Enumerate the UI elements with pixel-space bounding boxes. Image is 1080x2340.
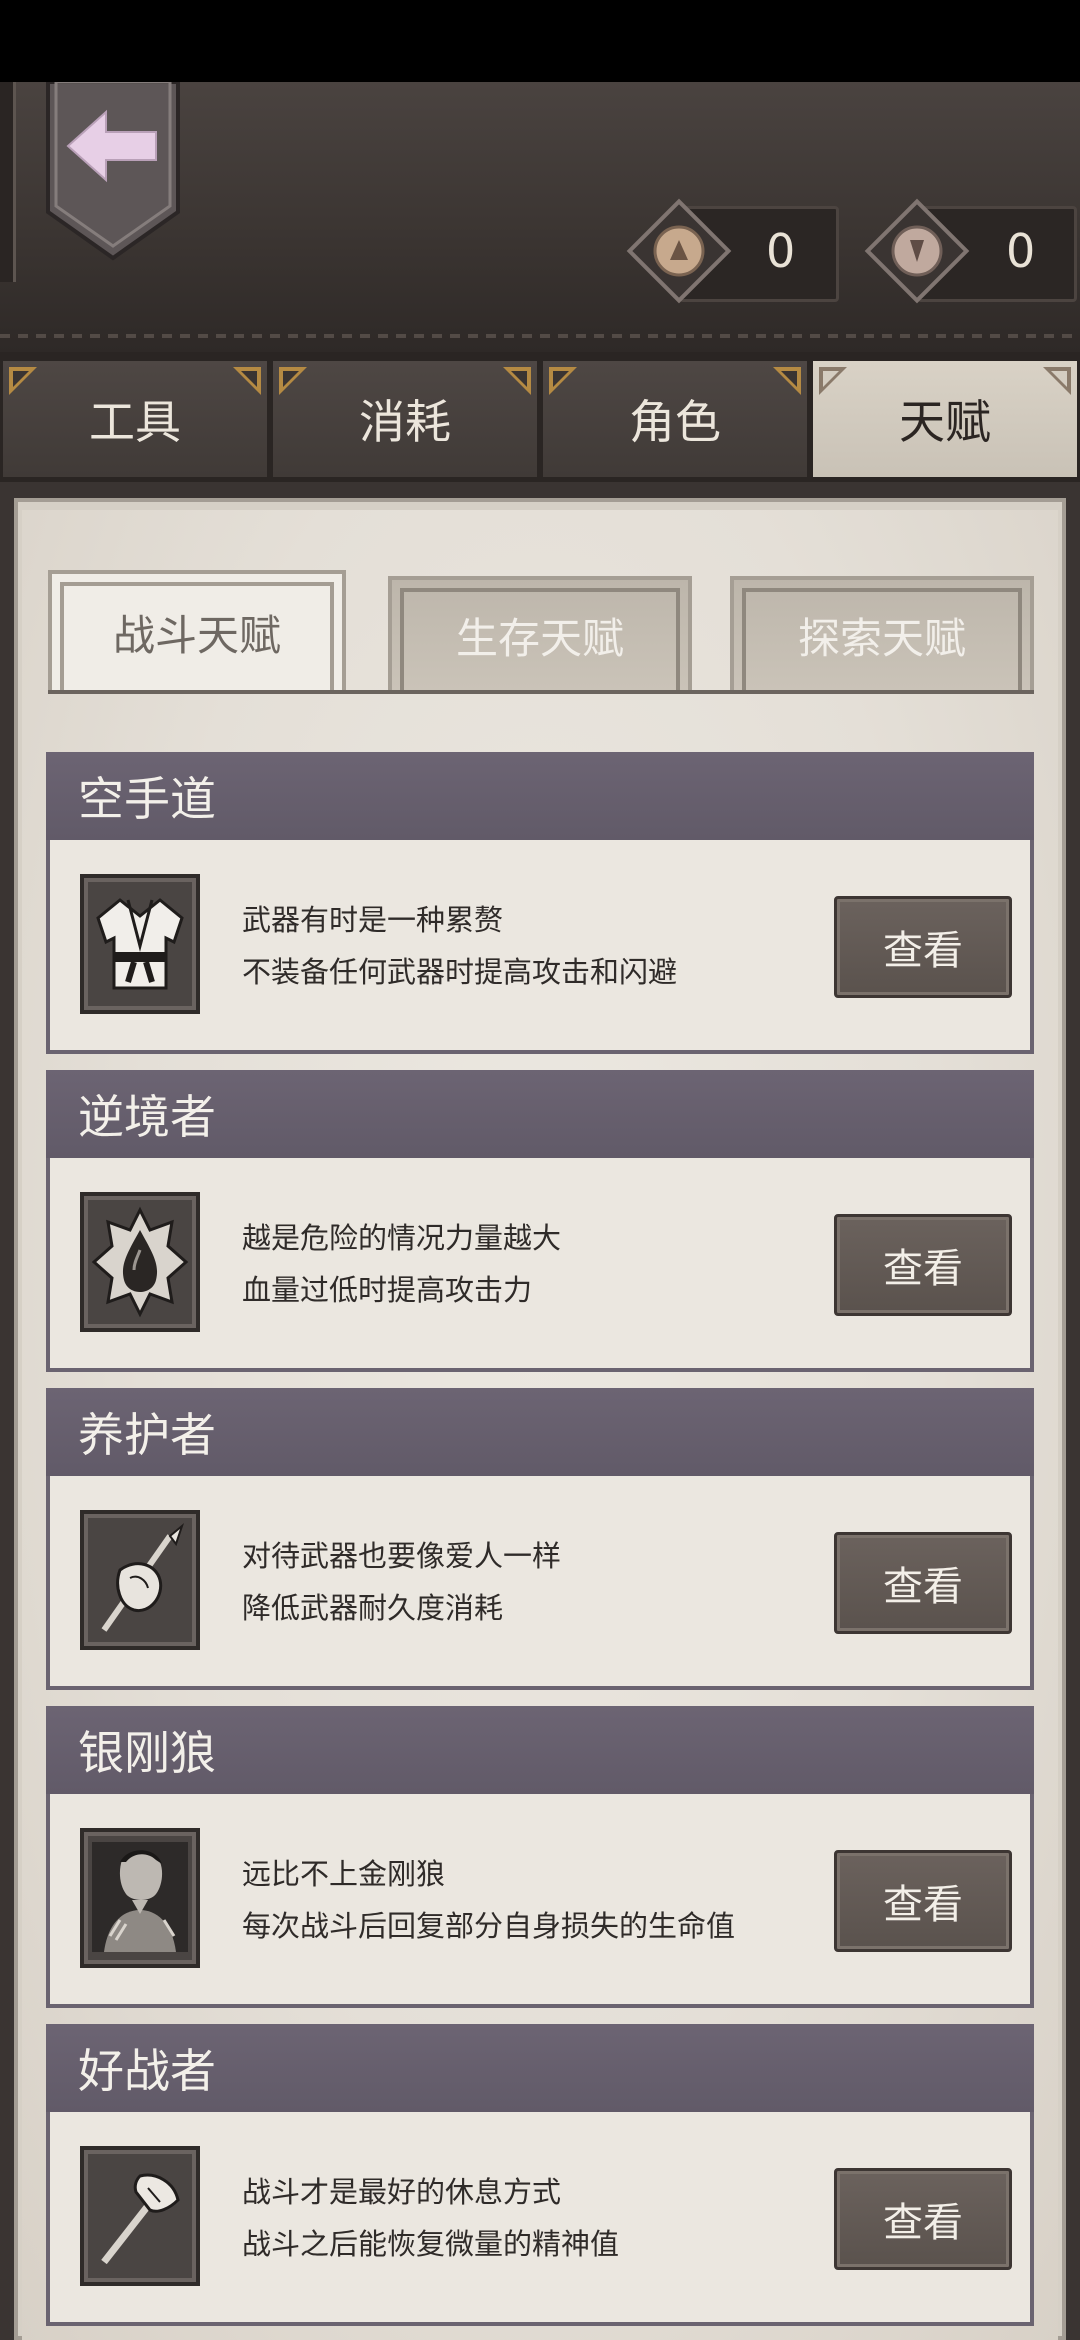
- corner-ornament-icon: [549, 367, 577, 395]
- talent-title: 逆境者: [46, 1070, 1034, 1158]
- view-button[interactable]: 查看: [834, 2168, 1012, 2270]
- tab-character[interactable]: 角色: [540, 358, 810, 480]
- tab-tools[interactable]: 工具: [0, 358, 270, 480]
- axe-icon: [80, 2146, 200, 2286]
- talent-card-warmonger: 好战者 战斗才是最好的休息方式 战斗之后能恢复微量的精神值 查看: [46, 2024, 1034, 2326]
- talent-card-adversity: 逆境者 越是危险的情况力量越大 血量过低时提高攻击力 查看: [46, 1070, 1034, 1372]
- talent-desc-line1: 越是危险的情况力量越大: [242, 1221, 562, 1255]
- talent-desc-line2: 每次战斗后回复部分自身损失的生命值: [242, 1909, 736, 1943]
- back-arrow-icon: [46, 80, 180, 261]
- category-tabs: 工具 消耗 角色 天赋: [0, 352, 1080, 482]
- talent-desc-line1: 对待武器也要像爱人一样: [242, 1539, 562, 1573]
- corner-ornament-icon: [279, 367, 307, 395]
- talent-description: 战斗才是最好的休息方式 战斗之后能恢复微量的精神值: [242, 2166, 619, 2270]
- talent-card-silver-wolf: 银刚狼 远比不上金刚狼 每次战斗后回复部分自身损失的生命值 查看: [46, 1706, 1034, 2008]
- talent-description: 越是危险的情况力量越大 血量过低时提高攻击力: [242, 1212, 561, 1316]
- tab-label: 消耗: [359, 395, 451, 449]
- corner-ornament-icon: [819, 367, 847, 395]
- subtab-combat-talents[interactable]: 战斗天赋: [48, 570, 346, 694]
- side-panel-edge[interactable]: [0, 82, 16, 282]
- wolverine-portrait-icon: [80, 1828, 200, 1968]
- talent-desc-line2: 战斗之后能恢复微量的精神值: [242, 2227, 620, 2261]
- talent-title: 好战者: [46, 2024, 1034, 2112]
- talent-title: 养护者: [46, 1388, 1034, 1476]
- corner-ornament-icon: [1043, 367, 1071, 395]
- blood-drop-icon: [80, 1192, 200, 1332]
- view-button[interactable]: 查看: [834, 896, 1012, 998]
- talent-desc-line2: 血量过低时提高攻击力: [242, 1273, 533, 1307]
- currency-counter-a: 0: [624, 196, 840, 306]
- talent-desc-line1: 武器有时是一种累赘: [242, 903, 504, 937]
- talent-card-maintainer: 养护者 对待武器也要像爱人一样 降低武器耐久度消耗 查看: [46, 1388, 1034, 1690]
- talent-title: 空手道: [46, 752, 1034, 840]
- subtab-label: 探索天赋: [797, 613, 966, 663]
- corner-ornament-icon: [233, 367, 261, 395]
- tab-label: 天赋: [899, 395, 991, 449]
- talent-desc-line2: 降低武器耐久度消耗: [242, 1591, 504, 1625]
- karate-gi-icon: [80, 874, 200, 1014]
- subtab-survival-talents[interactable]: 生存天赋: [388, 576, 692, 694]
- tab-label: 角色: [629, 395, 721, 449]
- subtab-label: 生存天赋: [455, 613, 624, 663]
- coin-icon: [626, 198, 732, 304]
- corner-ornament-icon: [503, 367, 531, 395]
- currency-counter-b: 0: [862, 196, 1078, 306]
- corner-ornament-icon: [9, 367, 37, 395]
- view-button[interactable]: 查看: [834, 1532, 1012, 1634]
- talent-desc-line1: 战斗才是最好的休息方式: [242, 2175, 562, 2209]
- talent-description: 对待武器也要像爱人一样 降低武器耐久度消耗: [242, 1530, 561, 1634]
- talent-description: 武器有时是一种累赘 不装备任何武器时提高攻击和闪避: [242, 894, 677, 998]
- spear-cloth-icon: [80, 1510, 200, 1650]
- currency-a-value: 0: [766, 224, 796, 278]
- currency-b-value: 0: [1006, 224, 1036, 278]
- talent-description: 远比不上金刚狼 每次战斗后回复部分自身损失的生命值: [242, 1848, 735, 1952]
- talent-card-karate: 空手道 武器有时是一种累赘 不装备任何武器时提高攻击和闪避 查看: [46, 752, 1034, 1054]
- tab-consumables[interactable]: 消耗: [270, 358, 540, 480]
- subtab-exploration-talents[interactable]: 探索天赋: [730, 576, 1034, 694]
- tab-talents[interactable]: 天赋: [810, 358, 1080, 480]
- tab-label: 工具: [89, 395, 181, 449]
- talent-desc-line2: 不装备任何武器时提高攻击和闪避: [242, 955, 678, 989]
- corner-ornament-icon: [773, 367, 801, 395]
- talent-title: 银刚狼: [46, 1706, 1034, 1794]
- back-button[interactable]: [44, 80, 182, 262]
- subtab-divider: [48, 690, 1034, 694]
- status-bar: [0, 0, 1080, 82]
- view-button[interactable]: 查看: [834, 1850, 1012, 1952]
- coin-icon: [864, 198, 970, 304]
- view-button[interactable]: 查看: [834, 1214, 1012, 1316]
- subtab-label: 战斗天赋: [112, 610, 281, 660]
- talent-desc-line1: 远比不上金刚狼: [242, 1857, 446, 1891]
